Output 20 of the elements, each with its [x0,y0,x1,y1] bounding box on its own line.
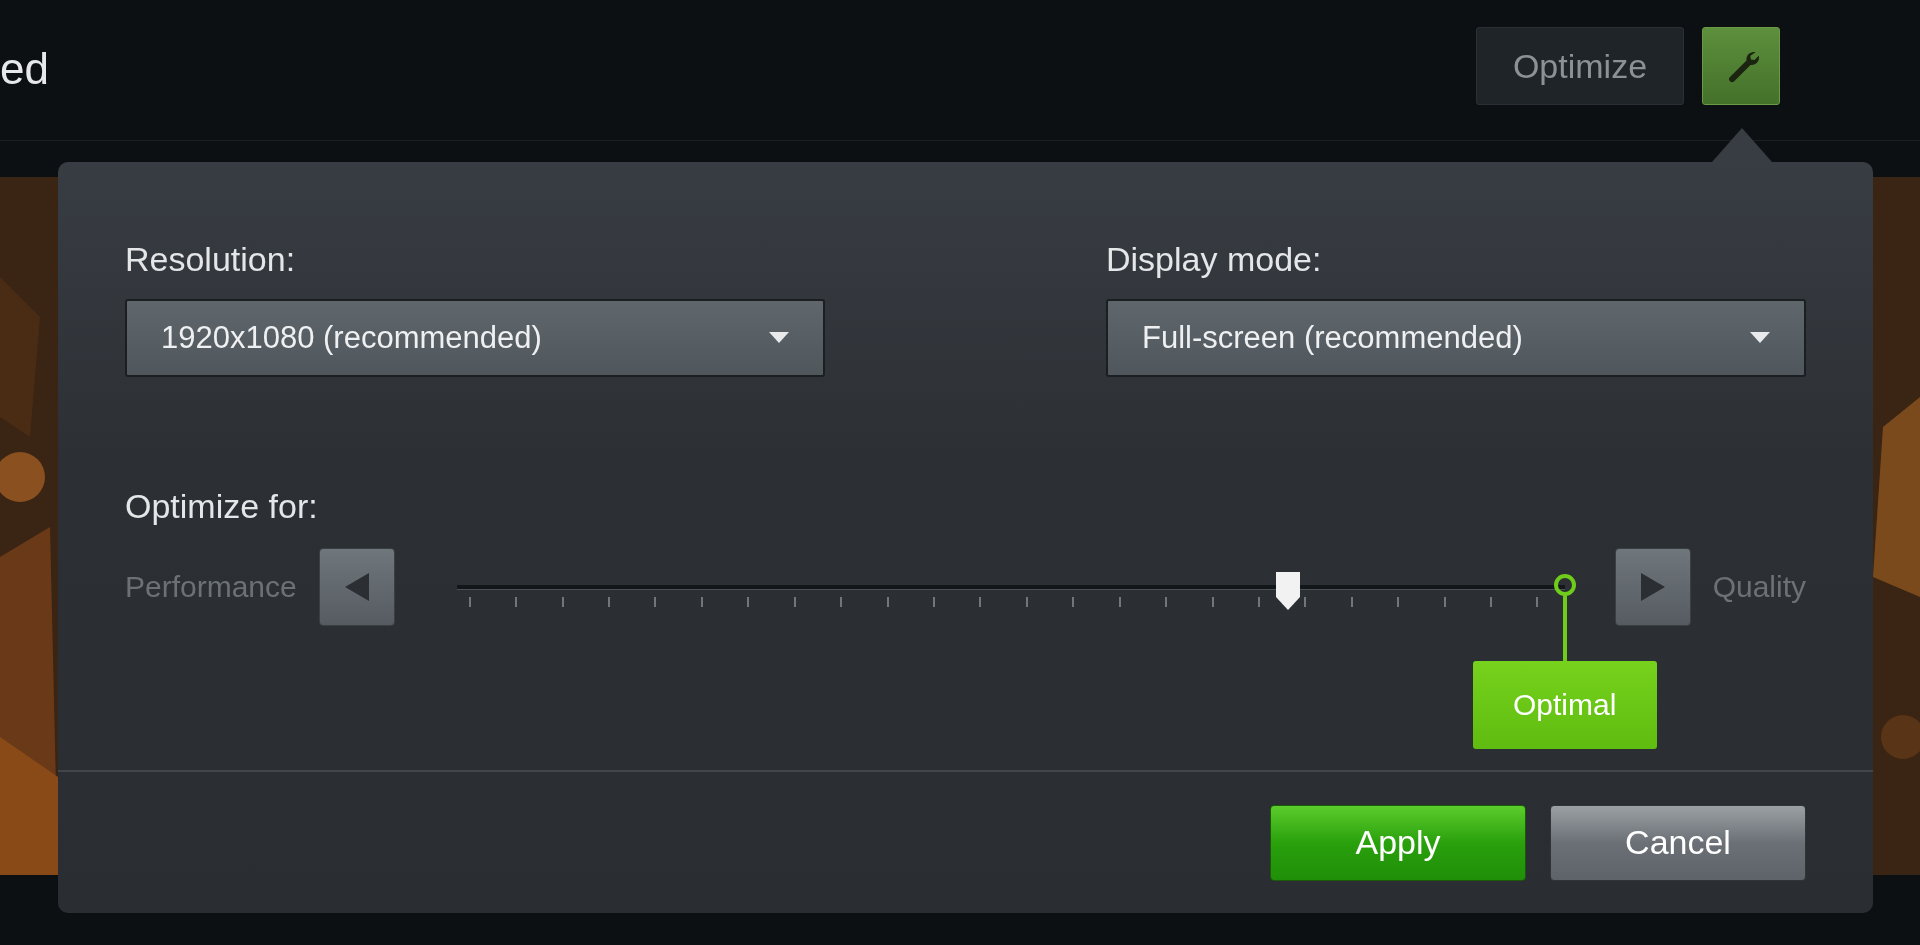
apply-button[interactable]: Apply [1270,804,1526,881]
popup-pointer [1712,128,1772,162]
caret-icon [1750,332,1770,344]
cancel-button[interactable]: Cancel [1550,804,1806,881]
page-title: ed [0,44,49,94]
optimal-tag: Optimal [1472,661,1657,749]
dropdown[interactable]: 1920x1080 (recommended) [125,299,825,377]
step-right-button[interactable] [1614,548,1691,626]
step-left-button[interactable] [318,548,395,626]
triangle-right-icon [1638,571,1667,603]
dropdown[interactable]: Full-screen (recommended) [1106,299,1806,377]
caret-icon [769,332,789,344]
slider-end-label: Performance [125,570,297,604]
optimize-button[interactable]: Optimize [1476,27,1684,105]
settings-button[interactable] [1702,27,1780,105]
slider-end-label: Quality [1712,570,1806,604]
slider-thumb[interactable] [1274,571,1301,611]
field-label: Resolution: [125,240,297,279]
field-label: Optimize for: [125,487,319,526]
field-label: Display mode: [1106,240,1323,279]
